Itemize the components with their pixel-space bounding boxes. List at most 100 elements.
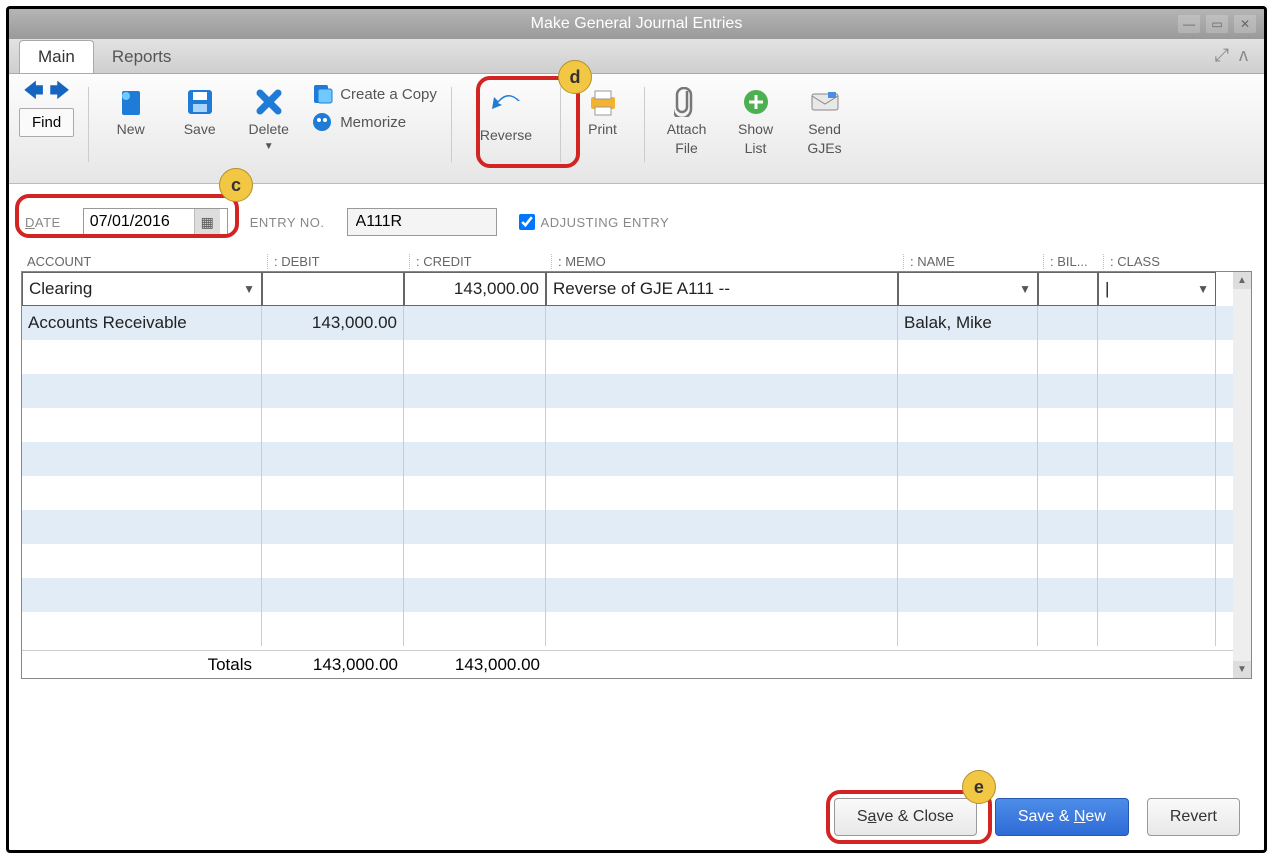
table-row[interactable] xyxy=(22,612,1251,646)
table-cell[interactable]: Accounts Receivable xyxy=(22,306,262,340)
table-cell[interactable] xyxy=(546,612,898,646)
table-cell[interactable] xyxy=(1098,306,1216,340)
table-cell[interactable] xyxy=(262,272,404,306)
table-cell[interactable] xyxy=(22,476,262,510)
table-cell[interactable] xyxy=(898,442,1038,476)
table-cell[interactable] xyxy=(404,408,546,442)
table-cell[interactable] xyxy=(404,544,546,578)
table-cell[interactable] xyxy=(1038,340,1098,374)
table-cell[interactable] xyxy=(1038,374,1098,408)
table-cell[interactable] xyxy=(404,612,546,646)
table-cell[interactable] xyxy=(22,374,262,408)
table-cell[interactable] xyxy=(1098,442,1216,476)
table-cell[interactable] xyxy=(404,306,546,340)
table-cell[interactable] xyxy=(22,340,262,374)
find-button[interactable]: Find xyxy=(19,108,74,137)
scroll-up-icon[interactable]: ▲ xyxy=(1233,272,1251,289)
table-cell[interactable] xyxy=(898,544,1038,578)
col-debit[interactable]: : DEBIT xyxy=(267,254,409,269)
dropdown-icon[interactable]: ▼ xyxy=(243,282,255,296)
table-cell[interactable] xyxy=(1098,476,1216,510)
col-class[interactable]: : CLASS xyxy=(1103,254,1221,269)
table-cell[interactable]: |▼ xyxy=(1098,272,1216,306)
dropdown-icon[interactable]: ▼ xyxy=(1197,282,1209,296)
table-cell[interactable] xyxy=(1098,578,1216,612)
minimize-icon[interactable]: — xyxy=(1178,15,1200,33)
table-cell[interactable] xyxy=(22,442,262,476)
new-button[interactable]: New xyxy=(103,82,158,137)
col-account[interactable]: ACCOUNT xyxy=(27,254,267,269)
next-arrow-icon[interactable]: 🡆 xyxy=(49,82,71,104)
table-cell[interactable] xyxy=(404,476,546,510)
table-cell[interactable] xyxy=(898,476,1038,510)
table-cell[interactable] xyxy=(898,510,1038,544)
col-memo[interactable]: : MEMO xyxy=(551,254,903,269)
maximize-icon[interactable]: ▭ xyxy=(1206,15,1228,33)
table-cell[interactable]: ▼ xyxy=(898,272,1038,306)
create-copy-button[interactable]: Create a Copy xyxy=(310,82,437,106)
table-cell[interactable] xyxy=(546,578,898,612)
table-cell[interactable] xyxy=(22,578,262,612)
table-cell[interactable]: 143,000.00 xyxy=(404,272,546,306)
table-cell[interactable]: Reverse of GJE A111 -- xyxy=(546,272,898,306)
table-cell[interactable] xyxy=(898,374,1038,408)
table-row[interactable]: Accounts Receivable143,000.00 Balak, Mike xyxy=(22,306,1251,340)
close-icon[interactable]: ✕ xyxy=(1234,15,1256,33)
delete-button[interactable]: Delete▼ xyxy=(241,82,296,153)
table-cell[interactable] xyxy=(1038,578,1098,612)
table-row[interactable]: Clearing▼143,000.00Reverse of GJE A111 -… xyxy=(22,272,1251,306)
table-cell[interactable] xyxy=(1038,306,1098,340)
table-row[interactable] xyxy=(22,374,1251,408)
table-cell[interactable] xyxy=(1038,272,1098,306)
table-cell[interactable] xyxy=(546,442,898,476)
grid-scrollbar[interactable]: ▲ ▼ xyxy=(1233,272,1251,678)
table-cell[interactable] xyxy=(546,374,898,408)
col-credit[interactable]: : CREDIT xyxy=(409,254,551,269)
table-cell[interactable] xyxy=(546,544,898,578)
table-cell[interactable] xyxy=(404,374,546,408)
table-cell[interactable] xyxy=(262,476,404,510)
col-bil[interactable]: : BIL... xyxy=(1043,254,1103,269)
table-cell[interactable] xyxy=(546,510,898,544)
dropdown-icon[interactable]: ▼ xyxy=(1019,282,1031,296)
table-cell[interactable] xyxy=(546,306,898,340)
table-cell[interactable] xyxy=(404,578,546,612)
attach-file-button[interactable]: Attach File xyxy=(659,82,714,157)
table-cell[interactable] xyxy=(898,408,1038,442)
adjusting-entry-checkbox[interactable]: ADJUSTING ENTRY xyxy=(519,214,670,230)
table-cell[interactable] xyxy=(262,408,404,442)
date-input[interactable] xyxy=(84,211,194,233)
revert-button[interactable]: Revert xyxy=(1147,798,1240,836)
table-cell[interactable]: 143,000.00 xyxy=(262,306,404,340)
table-cell[interactable] xyxy=(898,340,1038,374)
collapse-icon[interactable]: ʌ xyxy=(1239,45,1248,66)
table-cell[interactable] xyxy=(262,374,404,408)
adjusting-entry-check[interactable] xyxy=(519,214,535,230)
table-cell[interactable] xyxy=(22,408,262,442)
table-cell[interactable] xyxy=(1038,612,1098,646)
save-new-button[interactable]: Save & New xyxy=(995,798,1129,836)
table-cell[interactable] xyxy=(1098,408,1216,442)
table-row[interactable] xyxy=(22,544,1251,578)
table-cell[interactable] xyxy=(546,476,898,510)
table-cell[interactable]: Balak, Mike xyxy=(898,306,1038,340)
print-button[interactable]: Print xyxy=(575,82,630,137)
table-cell[interactable] xyxy=(262,612,404,646)
table-cell[interactable] xyxy=(262,340,404,374)
table-row[interactable] xyxy=(22,578,1251,612)
table-cell[interactable] xyxy=(898,578,1038,612)
table-cell[interactable] xyxy=(1038,442,1098,476)
save-button[interactable]: Save xyxy=(172,82,227,137)
show-list-button[interactable]: Show List xyxy=(728,82,783,157)
table-cell[interactable] xyxy=(404,442,546,476)
table-cell[interactable] xyxy=(1098,544,1216,578)
table-row[interactable] xyxy=(22,476,1251,510)
table-cell[interactable] xyxy=(404,510,546,544)
entryno-field[interactable] xyxy=(347,208,497,236)
date-field[interactable]: ▦ xyxy=(83,208,228,236)
table-cell[interactable] xyxy=(22,612,262,646)
memorize-button[interactable]: Memorize xyxy=(310,110,437,134)
table-row[interactable] xyxy=(22,442,1251,476)
table-cell[interactable] xyxy=(1038,476,1098,510)
table-cell[interactable] xyxy=(898,612,1038,646)
